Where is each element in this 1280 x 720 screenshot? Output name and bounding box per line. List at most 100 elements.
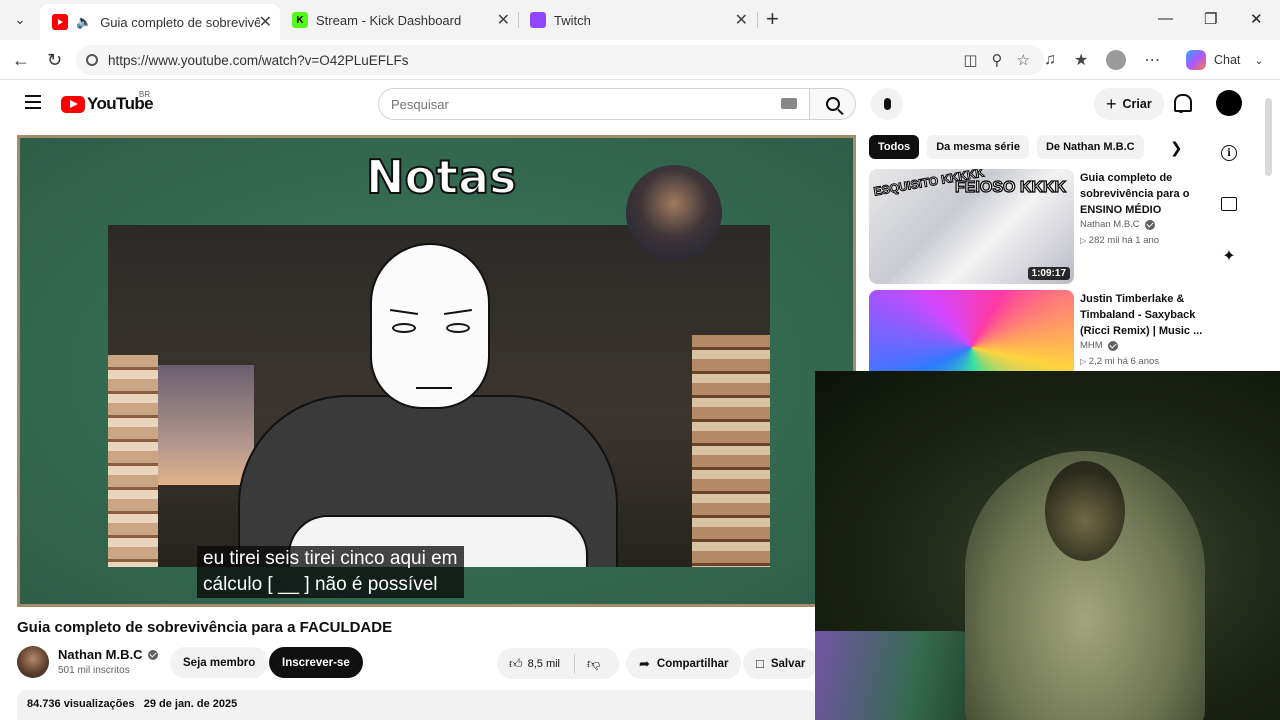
window-light — [144, 365, 254, 485]
share-label: Compartilhar — [656, 657, 729, 670]
like-dislike-group: 👍︎ 8,5 mil 👎︎ — [497, 648, 619, 679]
caption-line-1: eu tirei seis tirei cinco aqui em — [203, 548, 458, 569]
more-options-icon[interactable]: ⋯ — [1144, 50, 1160, 70]
dislike-thumb-icon[interactable]: 👎︎ — [587, 656, 600, 672]
channel-name-row[interactable]: Nathan M.B.C — [58, 647, 158, 662]
publish-date: 29 de jan. de 2025 — [143, 698, 238, 710]
save-button[interactable]: □ Salvar — [743, 648, 819, 679]
subscribe-label: Inscrever-se — [282, 656, 350, 669]
chevron-down-icon[interactable]: ⌄ — [1254, 54, 1263, 67]
search-input[interactable] — [391, 96, 771, 112]
create-label: Criar — [1122, 97, 1152, 111]
media-control-icon[interactable]: ♫ — [1044, 51, 1056, 69]
window-close-icon[interactable]: ✕ — [1250, 10, 1263, 28]
youtube-favicon-icon — [52, 14, 68, 30]
tab-title: Stream - Kick Dashboard — [316, 12, 462, 28]
recommendation-title[interactable]: Justin Timberlake & Timbaland - Saxyback… — [1080, 291, 1205, 339]
channel-name[interactable]: Nathan M.B.C — [58, 647, 143, 662]
creator-facecam — [626, 165, 722, 261]
tab-title: Guia completo de sobrevivênc — [100, 14, 261, 30]
address-bar[interactable]: https://www.youtube.com/watch?v=O42PLuEF… — [76, 45, 1044, 75]
recommendation-item[interactable]: ESQUISITO KKKKK FEIOSO KKKK 1:09:17 Guia… — [869, 169, 1199, 285]
create-button[interactable]: + Criar — [1094, 88, 1164, 120]
recommendation-title[interactable]: Guia completo de sobrevivência para o EN… — [1080, 170, 1205, 218]
verified-check-icon — [147, 649, 158, 660]
favorites-icon[interactable]: ★ — [1074, 50, 1088, 70]
youtube-header: YouTube BR + Criar — [0, 81, 1280, 125]
tab-divider — [757, 12, 758, 28]
views-play-icon: ▷ — [1080, 357, 1087, 366]
recommendation-meta-row: ▷ 282 mil há 1 ano — [1080, 235, 1159, 246]
like-count[interactable]: 8,5 mil — [528, 658, 560, 670]
chevron-right-icon[interactable]: ❯ — [1170, 139, 1183, 157]
subscribe-button[interactable]: Inscrever-se — [269, 647, 363, 678]
comments-button[interactable] — [1218, 197, 1240, 211]
browser-tab-bar: ⌄ 🔈 Guia completo de sobrevivênc ✕ K Str… — [0, 0, 1280, 40]
video-overlay-title: Notas — [365, 149, 518, 205]
zoom-icon[interactable]: ⚲ — [992, 51, 1003, 69]
menu-hamburger-icon[interactable] — [25, 95, 41, 109]
reload-icon[interactable]: ↻ — [47, 50, 62, 71]
youtube-play-icon — [61, 95, 85, 113]
site-info-icon[interactable] — [86, 54, 98, 66]
tab-kick-dashboard[interactable]: K Stream - Kick Dashboard ✕ — [280, 5, 518, 35]
page-scrollbar[interactable] — [1265, 98, 1272, 176]
chip-from-channel[interactable]: De Nathan M.B.C — [1036, 135, 1144, 159]
video-scene — [108, 225, 770, 567]
url-text[interactable]: https://www.youtube.com/watch?v=O42PLuEF… — [108, 53, 409, 68]
character-brow-right — [443, 309, 473, 315]
share-arrow-icon: ➦ — [639, 655, 650, 671]
filter-chips: Todos Da mesma série De Nathan M.B.C — [869, 135, 1144, 159]
tab-twitch[interactable]: Twitch ✕ — [518, 5, 756, 35]
tab-youtube[interactable]: 🔈 Guia completo de sobrevivênc ✕ — [40, 4, 280, 40]
recommendation-channel[interactable]: Nathan M.B.C — [1080, 219, 1140, 230]
video-title: Guia completo de sobrevivência para a FA… — [17, 619, 393, 636]
restore-icon[interactable]: ❐ — [1204, 10, 1217, 28]
profile-avatar-icon[interactable] — [1106, 50, 1127, 70]
notifications-bell-icon[interactable] — [1172, 93, 1192, 113]
join-button[interactable]: Seja membro — [170, 647, 269, 678]
favorite-star-icon[interactable]: ☆ — [1017, 51, 1030, 69]
verified-check-icon — [1144, 219, 1155, 230]
share-button[interactable]: ➦ Compartilhar — [626, 648, 742, 679]
chip-same-series[interactable]: Da mesma série — [927, 135, 1029, 159]
app-available-icon[interactable]: ◫ — [963, 51, 977, 69]
address-bar-icons: ◫ ⚲ ☆ — [963, 51, 1030, 69]
copilot-chat-button[interactable]: Chat ⌄ — [1186, 48, 1264, 72]
sparkle-icon: ✦ — [1222, 248, 1236, 265]
voice-search-button[interactable] — [871, 88, 903, 120]
search-button[interactable] — [810, 88, 856, 120]
recommendation-channel-row[interactable]: Nathan M.B.C — [1080, 219, 1155, 230]
channel-avatar[interactable] — [17, 646, 49, 678]
close-tab-icon[interactable]: ✕ — [259, 12, 272, 32]
chip-all[interactable]: Todos — [869, 135, 920, 159]
recommendation-channel[interactable]: MHM — [1080, 340, 1103, 351]
video-captions: eu tirei seis tirei cinco aqui em cálcul… — [197, 546, 464, 598]
tab-actions-chevron-icon[interactable]: ⌄ — [6, 7, 34, 33]
ask-ai-button[interactable]: ✦ — [1218, 246, 1240, 266]
search-box[interactable] — [378, 88, 810, 120]
video-description[interactable]: 84.736 visualizações 29 de jan. de 2025 — [17, 690, 817, 720]
back-arrow-icon[interactable]: ← — [12, 50, 30, 71]
character-eye-left — [392, 323, 416, 333]
chat-label: Chat — [1214, 53, 1241, 67]
video-player[interactable]: Notas eu tirei seis tirei cinco aqui em … — [17, 135, 856, 607]
character-eye-right — [446, 323, 470, 333]
minimize-icon[interactable]: — — [1158, 10, 1173, 27]
info-icon: i — [1221, 145, 1237, 161]
recommendation-meta-row: ▷ 2,2 mi há 6 anos — [1080, 356, 1159, 367]
info-button[interactable]: i — [1218, 145, 1240, 161]
speaker-icon[interactable]: 🔈 — [76, 14, 92, 30]
join-label: Seja membro — [183, 656, 256, 669]
close-tab-icon[interactable]: ✕ — [497, 10, 510, 30]
account-avatar[interactable] — [1216, 90, 1242, 116]
verified-check-icon — [1107, 340, 1118, 351]
video-thumbnail[interactable]: ESQUISITO KKKKK FEIOSO KKKK 1:09:17 — [869, 169, 1074, 284]
subscriber-count: 501 mil inscritos — [58, 665, 130, 676]
close-tab-icon[interactable]: ✕ — [735, 10, 748, 30]
character-mouth — [416, 387, 452, 389]
recommendation-channel-row[interactable]: MHM — [1080, 340, 1118, 351]
like-thumb-icon[interactable]: 👍︎ — [509, 656, 523, 672]
new-tab-plus-icon[interactable]: + — [766, 8, 779, 30]
keyboard-icon[interactable] — [781, 98, 797, 109]
